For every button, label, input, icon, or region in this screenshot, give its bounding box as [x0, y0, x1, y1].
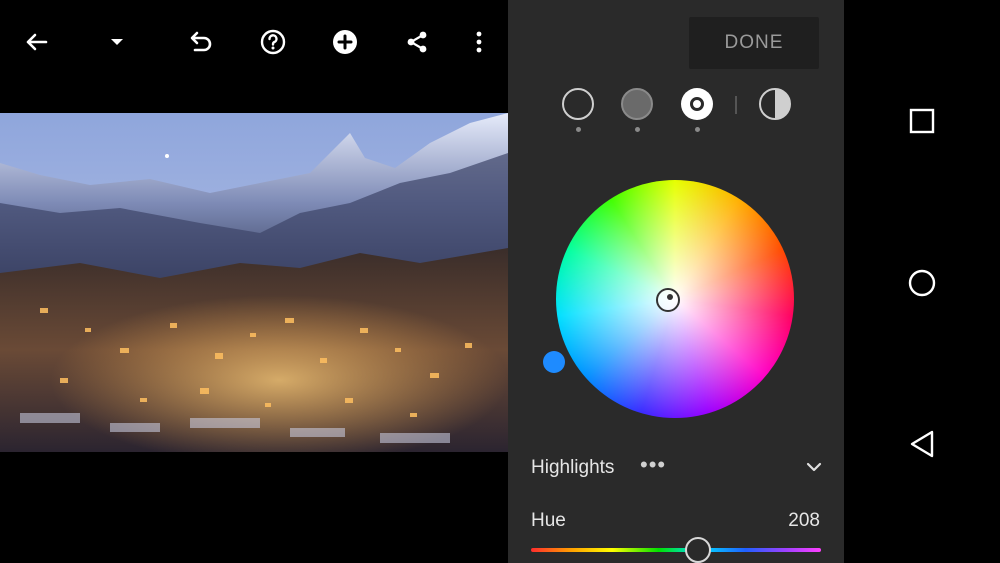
color-grading-panel: DONE Highlights ••• Hue 208: [508, 0, 844, 563]
undo-icon[interactable]: [183, 25, 217, 59]
chevron-down-icon[interactable]: [804, 457, 824, 477]
all-zones-icon[interactable]: [759, 88, 791, 120]
highlights-zone-icon[interactable]: [681, 88, 713, 120]
hue-slider-track[interactable]: [531, 548, 821, 552]
done-button[interactable]: DONE: [689, 17, 819, 69]
luminance-handle[interactable]: [543, 351, 565, 373]
system-navigation-bar: [844, 0, 1000, 563]
editor-area: [0, 0, 508, 563]
zone-divider: [735, 96, 737, 114]
color-wheel-handle[interactable]: [656, 288, 680, 312]
more-vertical-icon[interactable]: [462, 25, 496, 59]
region-label: Highlights: [531, 457, 615, 478]
shadows-zone-icon[interactable]: [562, 88, 594, 120]
midtones-zone-icon[interactable]: [621, 88, 653, 120]
caret-down-icon[interactable]: [100, 25, 134, 59]
circle-icon[interactable]: [904, 265, 940, 301]
mountain-village-photo: [0, 113, 508, 452]
triangle-back-icon[interactable]: [904, 426, 940, 462]
back-arrow-icon[interactable]: [19, 25, 53, 59]
hue-label: Hue: [531, 510, 566, 531]
add-circle-icon[interactable]: [328, 25, 362, 59]
help-icon[interactable]: [256, 25, 290, 59]
zone-indicator-dot: [576, 127, 581, 132]
more-options-icon[interactable]: •••: [640, 452, 666, 478]
share-icon[interactable]: [400, 25, 434, 59]
hue-slider-thumb[interactable]: [685, 537, 711, 563]
photo-preview[interactable]: [0, 113, 508, 452]
zone-indicator-dot: [695, 127, 700, 132]
zone-indicator-dot: [635, 127, 640, 132]
hue-value: 208: [788, 510, 820, 531]
square-icon[interactable]: [904, 103, 940, 139]
